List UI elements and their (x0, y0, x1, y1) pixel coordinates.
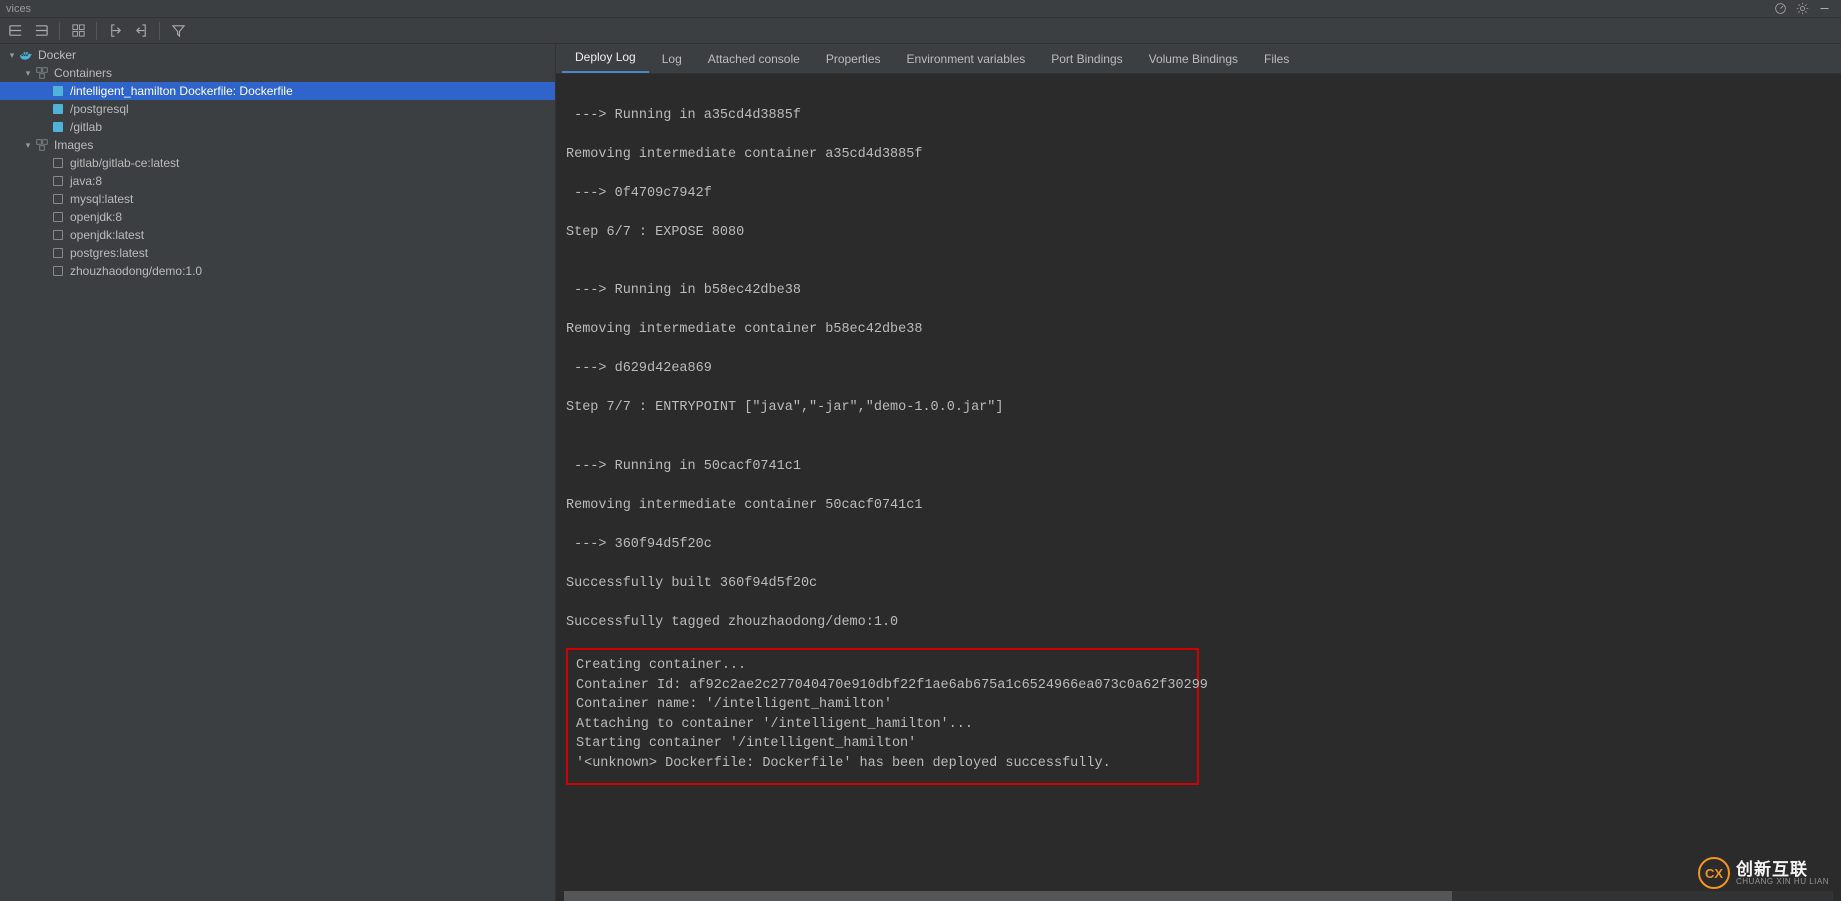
window-title: vices (6, 3, 31, 15)
tree-node-images[interactable]: ▾ Images (0, 136, 555, 154)
tree-label: postgres:latest (70, 246, 148, 260)
tree-label: Containers (54, 66, 112, 80)
tree-label: openjdk:8 (70, 210, 122, 224)
tree-item-image[interactable]: openjdk:8 (0, 208, 555, 226)
tabs-bar: Deploy Log Log Attached console Properti… (556, 44, 1841, 74)
tab-label: Deploy Log (575, 50, 636, 64)
image-icon (50, 155, 66, 171)
tab-properties[interactable]: Properties (813, 45, 894, 73)
layout-right-icon[interactable] (30, 20, 52, 42)
watermark-logo-text: CX (1705, 866, 1723, 881)
tab-deploy-log[interactable]: Deploy Log (562, 44, 649, 73)
tree-item-image[interactable]: java:8 (0, 172, 555, 190)
docker-icon (18, 47, 34, 63)
chevron-down-icon: ▾ (22, 68, 34, 79)
filter-icon[interactable] (167, 20, 189, 42)
image-icon (50, 173, 66, 189)
tree-label: Images (54, 138, 93, 152)
deploy-log-text: ---> Running in a35cd4d3885f Removing in… (566, 86, 1831, 632)
container-icon (50, 119, 66, 135)
tab-label: Files (1264, 52, 1289, 66)
image-icon (50, 209, 66, 225)
tab-env-vars[interactable]: Environment variables (894, 45, 1039, 73)
tree-node-containers[interactable]: ▾ Containers (0, 64, 555, 82)
boxes-icon (34, 137, 50, 153)
bracket-right-icon[interactable] (130, 20, 152, 42)
layout-split-icon[interactable] (67, 20, 89, 42)
tab-label: Port Bindings (1051, 52, 1122, 66)
tree-item-image[interactable]: gitlab/gitlab-ce:latest (0, 154, 555, 172)
chevron-down-icon: ▾ (22, 140, 34, 151)
watermark-logo-icon: CX (1698, 857, 1730, 889)
tab-volume-bindings[interactable]: Volume Bindings (1136, 45, 1251, 73)
container-icon (50, 101, 66, 117)
minimize-icon[interactable] (1817, 2, 1831, 16)
tab-label: Environment variables (907, 52, 1026, 66)
tree-label: /intelligent_hamilton Dockerfile: Docker… (70, 84, 293, 98)
tree-label: java:8 (70, 174, 102, 188)
tree-item-image[interactable]: mysql:latest (0, 190, 555, 208)
content-area: Deploy Log Log Attached console Properti… (556, 44, 1841, 901)
tab-label: Attached console (708, 52, 800, 66)
gear-icon[interactable] (1795, 2, 1809, 16)
image-icon (50, 245, 66, 261)
tree-label: gitlab/gitlab-ce:latest (70, 156, 179, 170)
image-icon (50, 263, 66, 279)
tab-log[interactable]: Log (649, 45, 695, 73)
image-icon (50, 191, 66, 207)
toolbar-separator (159, 22, 160, 40)
sidebar: ▾ Docker ▾ Containers /intelligent (0, 44, 556, 901)
scrollbar-thumb[interactable] (564, 891, 1452, 901)
horizontal-scrollbar[interactable] (564, 891, 1833, 901)
tab-label: Volume Bindings (1149, 52, 1238, 66)
title-bar: vices (0, 0, 1841, 18)
tree-label: mysql:latest (70, 192, 133, 206)
tab-port-bindings[interactable]: Port Bindings (1038, 45, 1135, 73)
image-icon (50, 227, 66, 243)
deploy-log-boxed-text: Creating container... Container Id: af92… (576, 656, 1189, 773)
tree-label: /postgresql (70, 102, 129, 116)
toolbar (0, 18, 1841, 44)
bracket-left-icon[interactable] (104, 20, 126, 42)
tree-item-container[interactable]: /postgresql (0, 100, 555, 118)
tree-label: openjdk:latest (70, 228, 144, 242)
tree-item-image[interactable]: openjdk:latest (0, 226, 555, 244)
tree-item-image[interactable]: zhouzhaodong/demo:1.0 (0, 262, 555, 280)
boxes-icon (34, 65, 50, 81)
tab-label: Properties (826, 52, 881, 66)
tree-label: zhouzhaodong/demo:1.0 (70, 264, 202, 278)
tree-node-docker[interactable]: ▾ Docker (0, 46, 555, 64)
tab-attached-console[interactable]: Attached console (695, 45, 813, 73)
watermark-sub: CHUANG XIN HU LIAN (1736, 878, 1829, 886)
tree-item-image[interactable]: postgres:latest (0, 244, 555, 262)
highlight-annotation-box: Creating container... Container Id: af92… (566, 648, 1199, 785)
toolbar-separator (96, 22, 97, 40)
tree-item-container[interactable]: /gitlab (0, 118, 555, 136)
dial-icon[interactable] (1773, 2, 1787, 16)
tree-label: /gitlab (70, 120, 102, 134)
tree-item-container[interactable]: /intelligent_hamilton Dockerfile: Docker… (0, 82, 555, 100)
layout-left-icon[interactable] (4, 20, 26, 42)
watermark: CX 创新互联 CHUANG XIN HU LIAN (1698, 857, 1829, 889)
watermark-main: 创新互联 (1736, 861, 1829, 878)
tree-label: Docker (38, 48, 76, 62)
services-tree: ▾ Docker ▾ Containers /intelligent (0, 44, 555, 280)
container-icon (50, 83, 66, 99)
chevron-down-icon: ▾ (6, 50, 18, 61)
tab-files[interactable]: Files (1251, 45, 1302, 73)
deploy-log-panel[interactable]: ---> Running in a35cd4d3885f Removing in… (556, 74, 1841, 891)
tab-label: Log (662, 52, 682, 66)
toolbar-separator (59, 22, 60, 40)
